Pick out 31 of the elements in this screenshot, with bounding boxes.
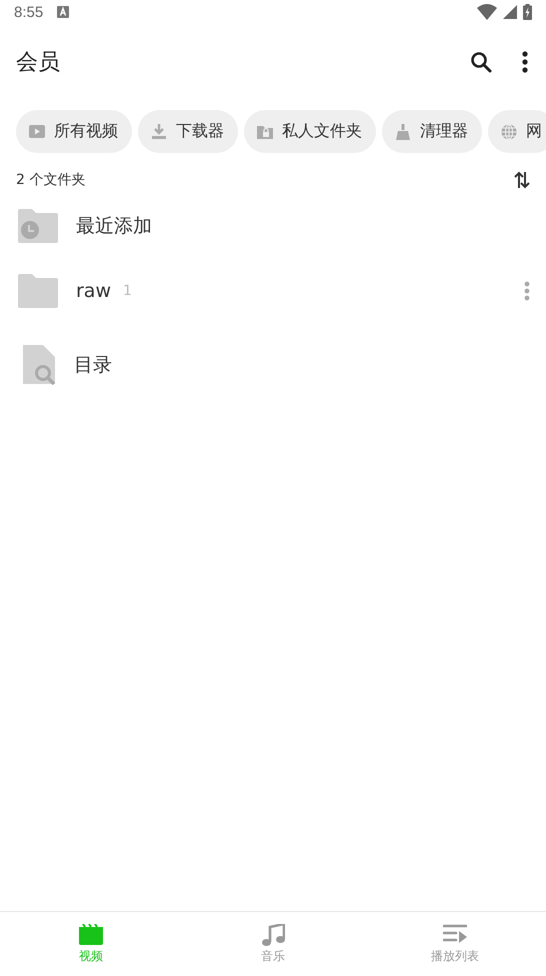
- filter-chip[interactable]: 网: [488, 110, 546, 153]
- clapperboard-icon: [79, 924, 103, 946]
- more-icon: [524, 280, 530, 300]
- playlist-icon: [443, 924, 467, 946]
- app-title: 会员: [16, 49, 60, 77]
- folder-clock-icon: [18, 208, 58, 242]
- more-icon: [522, 51, 528, 73]
- item-count: 1: [123, 282, 132, 298]
- folder-count: 2 个文件夹: [16, 171, 86, 189]
- filter-chip[interactable]: 下载器: [138, 110, 238, 153]
- status-time: 8:55: [14, 4, 44, 20]
- signal-icon: [503, 5, 517, 19]
- folder-icon: [18, 274, 58, 308]
- globe-icon: [500, 122, 518, 140]
- filter-chip[interactable]: 清理器: [382, 110, 482, 153]
- keyboard-icon: [57, 6, 70, 18]
- download-icon: [150, 122, 168, 140]
- folder-name[interactable]: 最近添加: [76, 212, 152, 238]
- sort-button[interactable]: [514, 171, 530, 189]
- battery-icon: [523, 4, 532, 20]
- music-note-icon: [261, 924, 285, 946]
- folder-name[interactable]: raw: [76, 280, 111, 302]
- filter-chip[interactable]: 私人文件夹: [244, 110, 376, 153]
- folder-name[interactable]: 目录: [74, 352, 112, 378]
- video-icon: [28, 122, 46, 140]
- document-search-icon: [22, 345, 56, 385]
- filter-chip[interactable]: 所有视频: [16, 110, 132, 153]
- search-icon: [470, 51, 492, 73]
- wifi-icon: [477, 4, 497, 20]
- broom-icon: [394, 122, 412, 140]
- sort-icon: [514, 171, 530, 189]
